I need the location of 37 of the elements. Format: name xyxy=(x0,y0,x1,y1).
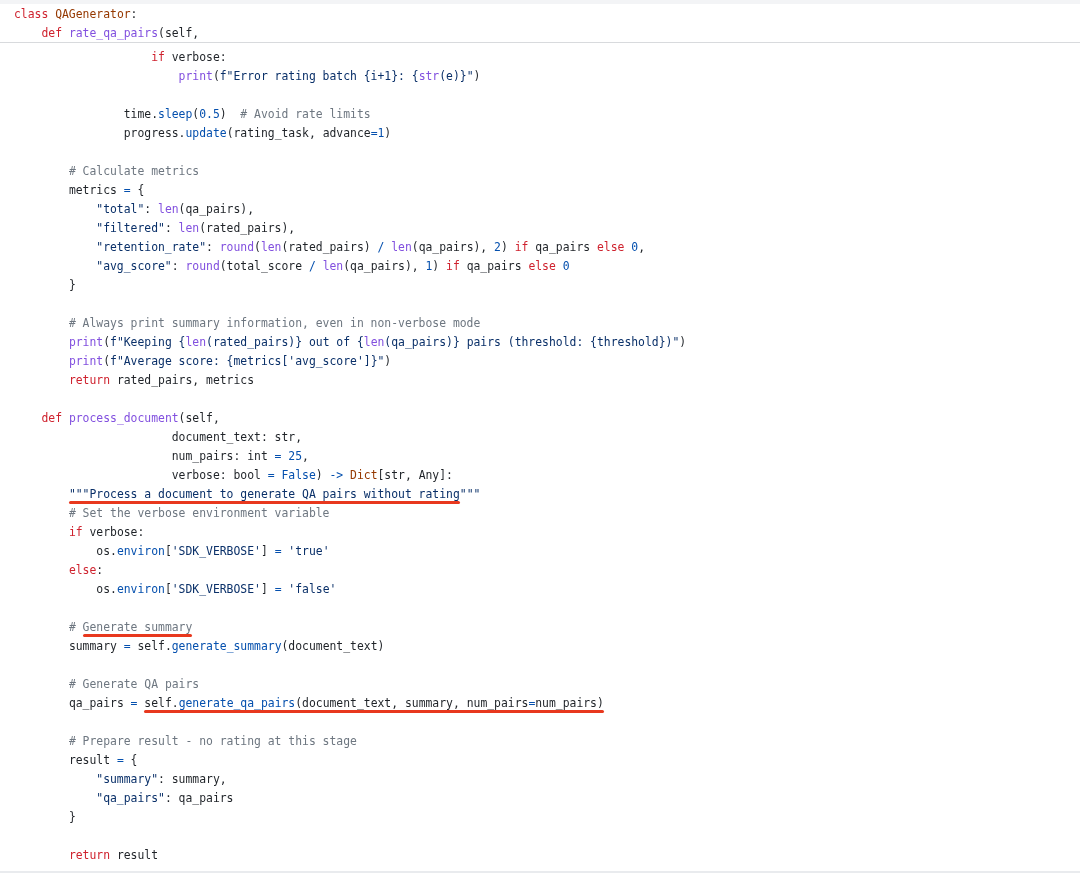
code-line: def rate_qa_pairs(self, xyxy=(41,25,200,40)
code-line: return result xyxy=(68,847,159,862)
code-line: } xyxy=(68,809,76,824)
code-line: if verbose: xyxy=(68,524,145,539)
code-line: verbose: bool = False) -> Dict[str, Any]: xyxy=(171,467,453,482)
code-line: # Calculate metrics xyxy=(68,163,200,178)
code-line: "filtered": len(rated_pairs), xyxy=(96,220,296,235)
code-line: summary = self.generate_summary(document_text) xyxy=(68,638,385,653)
code-line: time.sleep(0.5) # Avoid rate limits xyxy=(123,106,371,121)
code-line: # Always print summary information, even in non-verbose mode xyxy=(68,315,481,330)
code-line: num_pairs: int = 25, xyxy=(171,448,309,463)
code-line: else: xyxy=(68,562,104,577)
code-line: """Process a document to generate QA pairs without rating""" xyxy=(68,486,481,501)
code-line: print(f"Average score: {metrics['avg_score']}") xyxy=(68,353,392,368)
code-line: # Generate QA pairs xyxy=(68,676,200,691)
code-line: "total": len(qa_pairs), xyxy=(96,201,255,216)
code-line: result = { xyxy=(68,752,138,767)
code-line: "summary": summary, xyxy=(96,771,227,786)
code-line: "avg_score": round(total_score / len(qa_pairs), 1) if qa_pairs else 0 xyxy=(96,258,570,273)
code-line: document_text: str, xyxy=(171,429,303,444)
code-line: metrics = { xyxy=(68,182,145,197)
code-line: qa_pairs = self.generate_qa_pairs(document_text, summary, num_pairs=num_pairs) xyxy=(68,695,604,710)
code-line: return rated_pairs, metrics xyxy=(68,372,255,387)
code-line: # Generate summary xyxy=(68,619,193,634)
code-line: class QAGenerator: xyxy=(14,6,138,21)
code-line: # Set the verbose environment variable xyxy=(68,505,330,520)
code-line: print(f"Keeping {len(rated_pairs)} out of {len(qa_pairs)} pairs (threshold: {threshold})") xyxy=(68,334,687,349)
code-line: "qa_pairs": qa_pairs xyxy=(96,790,234,805)
code-line: progress.update(rating_task, advance=1) xyxy=(123,125,392,140)
code-line: # Prepare result - no rating at this stage xyxy=(68,733,357,748)
code-line: os.environ['SDK_VERBOSE'] = 'false' xyxy=(96,581,337,596)
code-line: print(f"Error rating batch {i+1}: {str(e)}") xyxy=(178,68,481,83)
code-line: "retention_rate": round(len(rated_pairs) / len(qa_pairs), 2) if qa_pairs else 0, xyxy=(96,239,645,254)
code-line: if verbose: xyxy=(151,49,227,64)
code-line: } xyxy=(68,277,76,292)
code-line: os.environ['SDK_VERBOSE'] = 'true' xyxy=(96,543,330,558)
code-line: def process_document(self, xyxy=(41,410,220,425)
